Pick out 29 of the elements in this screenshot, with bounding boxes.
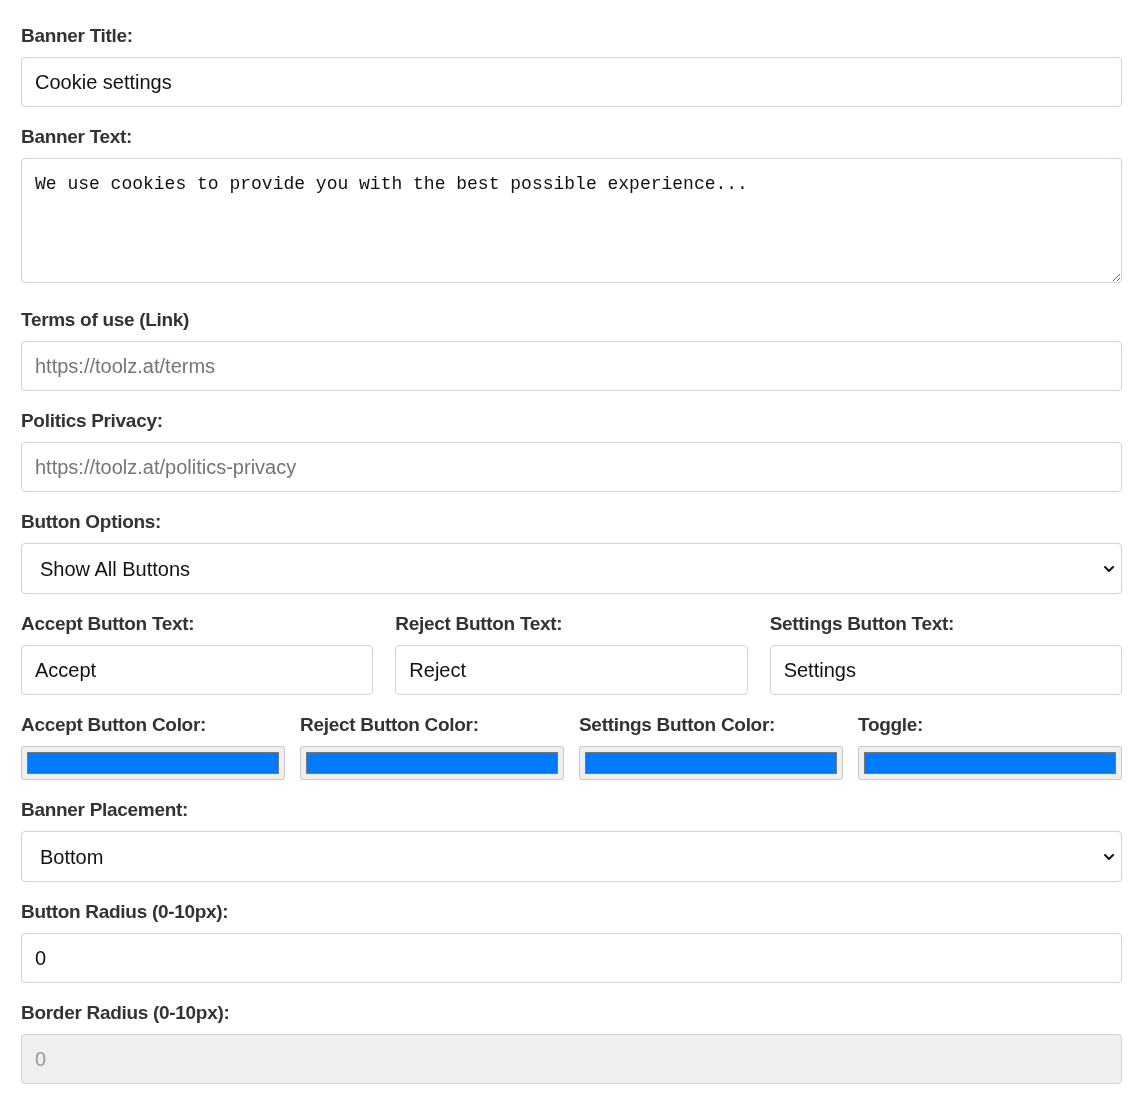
field-label: Button Radius (0-10px): <box>21 900 230 924</box>
field-label: Settings Button Text: <box>769 612 956 636</box>
text-field[interactable]: Reject <box>395 645 748 695</box>
field-label: Button Options: <box>21 510 163 534</box>
text-field[interactable]: https://toolz.at/politics-privacy <box>21 442 1122 492</box>
color-picker[interactable] <box>579 746 843 780</box>
field-label: Terms of use (Link) <box>21 308 191 332</box>
text-area[interactable]: We use cookies to provide you with the best possible experience... <box>21 158 1122 283</box>
text-field[interactable]: Cookie settings <box>21 57 1122 107</box>
field-label: Reject Button Color: <box>300 713 480 737</box>
field-label: Accept Button Text: <box>21 612 196 636</box>
dropdown[interactable]: Show All Buttons <box>21 543 1122 594</box>
text-field[interactable]: https://toolz.at/terms <box>21 341 1122 391</box>
field-label: Border Radius (0-10px): <box>21 1001 231 1025</box>
field-label: Banner Text: <box>21 125 134 149</box>
field-label: Settings Button Color: <box>579 713 777 737</box>
color-picker[interactable] <box>21 746 285 780</box>
color-picker[interactable] <box>858 746 1122 780</box>
text-field[interactable]: Settings <box>769 645 1122 695</box>
dropdown[interactable]: Bottom <box>21 831 1122 882</box>
field-label: Accept Button Color: <box>21 713 208 737</box>
text-field[interactable]: Accept <box>21 645 374 695</box>
field-label: Politics Privacy: <box>21 409 164 433</box>
text-field[interactable]: 0 <box>21 933 1122 983</box>
field-label: Reject Button Text: <box>395 612 564 636</box>
color-picker[interactable] <box>300 746 564 780</box>
field-label: Banner Placement: <box>21 798 189 822</box>
field-label: Toggle: <box>858 713 925 737</box>
field-label: Banner Title: <box>21 24 134 48</box>
